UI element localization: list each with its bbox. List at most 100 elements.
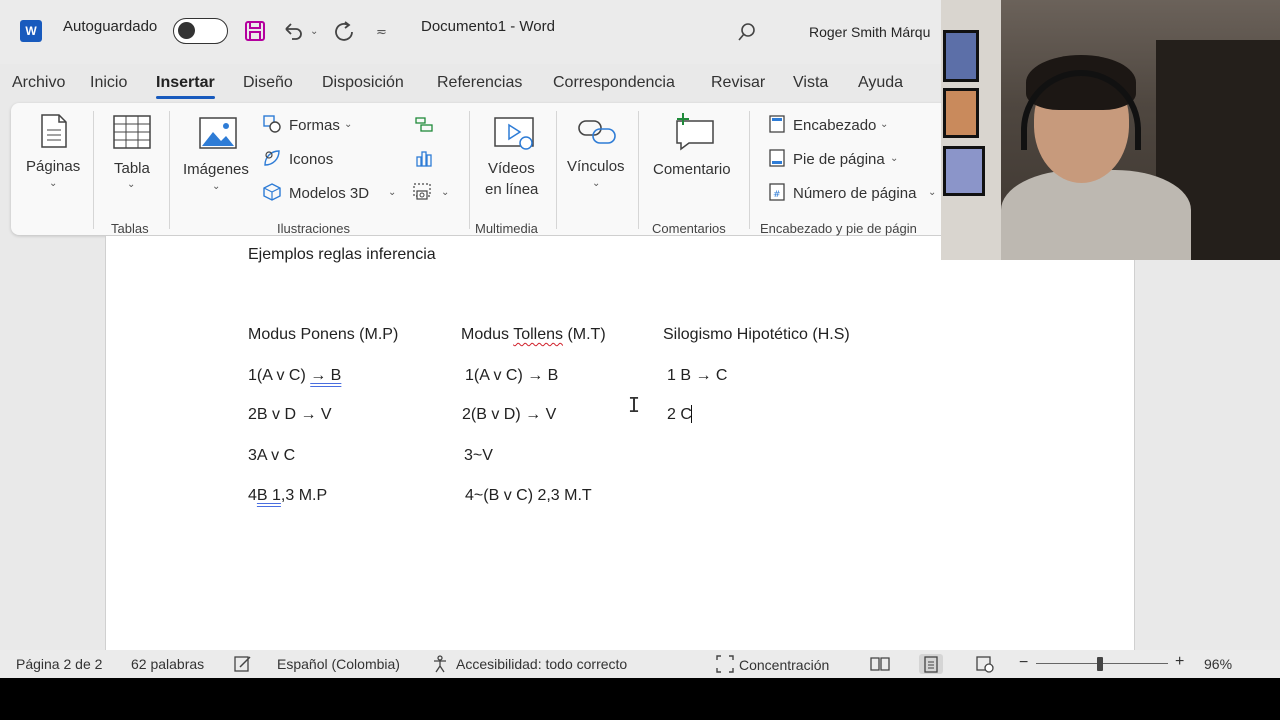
col3-line2[interactable]: 2 C [667, 406, 692, 424]
3d-models-button[interactable]: Modelos 3D [289, 185, 369, 202]
col1-line1-grammar-mark: → B [310, 367, 342, 384]
group-label-encabezado: Encabezado y pie de págin [760, 221, 917, 236]
page-count[interactable]: Página 2 de 2 [16, 656, 102, 672]
doc-heading[interactable]: Ejemplos reglas inferencia [248, 246, 436, 264]
zoom-in-button[interactable]: + [1175, 653, 1184, 671]
word-count[interactable]: 62 palabras [131, 656, 204, 672]
col2-line1[interactable]: 1(A v C) → B [465, 367, 558, 385]
images-dropdown-icon[interactable]: ⌄ [212, 181, 220, 192]
tab-inicio[interactable]: Inicio [90, 74, 127, 92]
customize-toolbar-icon[interactable]: ≂ [376, 24, 387, 40]
ribbon-separator [638, 111, 639, 229]
zoom-percentage[interactable]: 96% [1204, 656, 1232, 672]
page-number-dropdown-icon[interactable]: ⌄ [928, 187, 936, 198]
screenshot-dropdown-icon[interactable]: ⌄ [441, 187, 449, 198]
zoom-out-button[interactable]: − [1019, 654, 1028, 672]
header-icon [769, 115, 785, 133]
shapes-button[interactable]: Formas [289, 117, 340, 134]
tab-revisar[interactable]: Revisar [711, 74, 765, 92]
webcam-overlay [941, 0, 1280, 260]
autosave-toggle[interactable] [173, 18, 228, 44]
web-layout-button[interactable] [973, 654, 997, 674]
tab-disposicion[interactable]: Disposición [322, 74, 404, 92]
smartart-icon[interactable] [415, 115, 433, 133]
icons-icon [264, 150, 280, 166]
tab-referencias[interactable]: Referencias [437, 74, 522, 92]
col2-title-post: (M.T) [563, 326, 606, 343]
focus-mode-button[interactable]: Concentración [739, 657, 829, 673]
ribbon-separator [169, 111, 170, 229]
user-name[interactable]: Roger Smith Márqu [809, 24, 930, 40]
proofing-icon[interactable] [234, 655, 252, 673]
col2-line3[interactable]: 3~V [464, 447, 493, 465]
shapes-dropdown-icon[interactable]: ⌄ [344, 119, 352, 130]
screenshot-icon[interactable] [413, 183, 431, 201]
new-comment-button[interactable]: Comentario [653, 161, 731, 178]
col3-title[interactable]: Silogismo Hipotético (H.S) [663, 326, 850, 344]
3d-models-dropdown-icon[interactable]: ⌄ [388, 187, 396, 198]
footer-dropdown-icon[interactable]: ⌄ [890, 153, 898, 164]
table-dropdown-icon[interactable]: ⌄ [127, 179, 135, 190]
icons-button[interactable]: Iconos [289, 151, 333, 168]
ribbon-separator [749, 111, 750, 229]
undo-dropdown-icon[interactable]: ⌄ [310, 26, 318, 37]
links-dropdown-icon[interactable]: ⌄ [592, 178, 600, 189]
language-indicator[interactable]: Español (Colombia) [277, 656, 400, 672]
accessibility-status[interactable]: Accesibilidad: todo correcto [456, 656, 627, 672]
col1-line1[interactable]: 1(A v C) → B [248, 367, 341, 385]
undo-icon[interactable] [282, 20, 304, 42]
tab-correspondencia[interactable]: Correspondencia [553, 74, 675, 92]
header-dropdown-icon[interactable]: ⌄ [880, 119, 888, 130]
autosave-label: Autoguardado [63, 18, 158, 35]
online-video-icon [494, 117, 534, 150]
chart-icon[interactable] [415, 149, 433, 167]
tab-ayuda[interactable]: Ayuda [858, 74, 903, 92]
tab-diseno[interactable]: Diseño [243, 74, 293, 92]
col1-line3[interactable]: 3A v C [248, 447, 295, 465]
document-title: Documento1 - Word [421, 18, 555, 35]
redo-icon[interactable] [333, 20, 355, 42]
pages-button[interactable]: Páginas [26, 158, 80, 175]
read-mode-icon [870, 657, 890, 671]
focus-icon[interactable] [716, 655, 734, 673]
webcam-picture-frame [943, 146, 985, 196]
col1-line1-text: 1(A v C) [248, 367, 311, 384]
group-label-multimedia: Multimedia [475, 221, 538, 236]
group-label-ilustraciones: Ilustraciones [277, 221, 350, 236]
ribbon-separator [469, 111, 470, 229]
print-layout-button[interactable] [919, 654, 943, 674]
svg-text:#: # [773, 190, 781, 200]
tab-vista[interactable]: Vista [793, 74, 828, 92]
col2-title-spelling-mark: Tollens [513, 326, 563, 343]
document-page[interactable] [105, 236, 1135, 650]
pages-dropdown-icon[interactable]: ⌄ [49, 178, 57, 189]
col2-title[interactable]: Modus Tollens (M.T) [461, 326, 606, 344]
col2-line2[interactable]: 2(B v D) → V [462, 406, 556, 424]
page-number-button[interactable]: Número de página [793, 185, 916, 202]
footer-button[interactable]: Pie de página [793, 151, 885, 168]
accessibility-icon[interactable] [432, 655, 450, 673]
zoom-slider-thumb[interactable] [1097, 657, 1103, 671]
webcam-person-body [1001, 170, 1191, 260]
links-button[interactable]: Vínculos [567, 158, 625, 175]
online-video-button-line2[interactable]: en línea [485, 181, 538, 198]
tab-insertar[interactable]: Insertar [156, 74, 215, 99]
save-icon[interactable] [245, 21, 265, 41]
col1-line4-post: ,3 M.P [280, 487, 328, 504]
table-button[interactable]: Tabla [114, 160, 150, 177]
col2-line4[interactable]: 4~(B v C) 2,3 M.T [465, 487, 592, 505]
col3-line1[interactable]: 1 B → C [667, 367, 727, 385]
link-icon [578, 120, 616, 144]
search-icon[interactable] [737, 22, 757, 42]
images-button[interactable]: Imágenes [183, 161, 249, 178]
tab-archivo[interactable]: Archivo [12, 74, 65, 92]
web-layout-icon [976, 656, 994, 673]
online-video-button[interactable]: Vídeos [488, 160, 535, 177]
col1-title[interactable]: Modus Ponens (M.P) [248, 326, 398, 344]
letterbox-bar [0, 678, 1280, 720]
word-logo-icon: W [20, 20, 42, 42]
header-button[interactable]: Encabezado [793, 117, 876, 134]
col1-line4[interactable]: 4B 1,3 M.P [248, 487, 327, 505]
col1-line2[interactable]: 2B v D → V [248, 406, 332, 424]
read-mode-button[interactable] [868, 654, 892, 674]
